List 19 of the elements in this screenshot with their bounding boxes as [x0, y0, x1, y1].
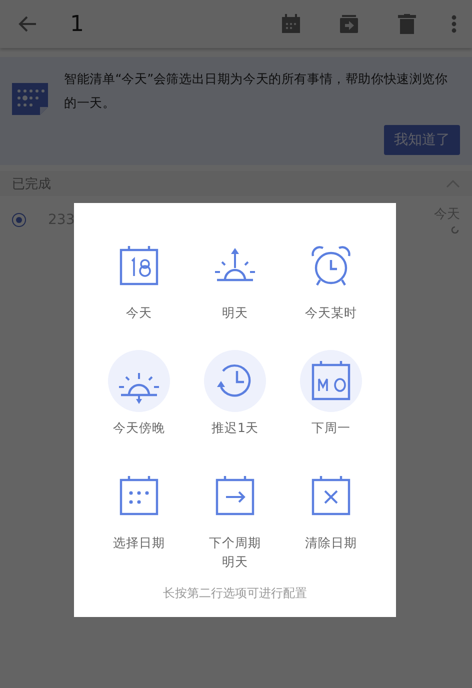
banner-text: 智能清单“今天”会筛选出日期为今天的所有事情，帮助你快速浏览你的一天。 [64, 70, 449, 112]
hint-text: 长按第二行选项可进行配置 [163, 585, 307, 602]
date-option[interactable]: 推迟1天 [187, 342, 283, 445]
move-icon[interactable] [339, 14, 359, 34]
calendar-icon[interactable] [281, 14, 301, 34]
repeat-icon [450, 225, 460, 235]
date-option[interactable]: 今天某时 [283, 227, 379, 330]
date-option[interactable]: 选择日期 [91, 457, 187, 579]
date-option[interactable]: 清除日期 [283, 457, 379, 579]
date-option[interactable]: 下个周期 明天 [187, 457, 283, 579]
more-icon[interactable] [451, 15, 457, 33]
date-option[interactable]: 明天 [187, 227, 283, 330]
date-option[interactable]: 下周一 [283, 342, 379, 445]
back-icon[interactable] [18, 14, 38, 34]
task-checkbox[interactable] [12, 213, 26, 227]
trash-icon[interactable] [398, 14, 416, 34]
date-option[interactable]: 今天傍晚 [91, 342, 187, 445]
page-title: 1 [69, 12, 85, 36]
date-option[interactable]: 今天 [91, 227, 187, 330]
